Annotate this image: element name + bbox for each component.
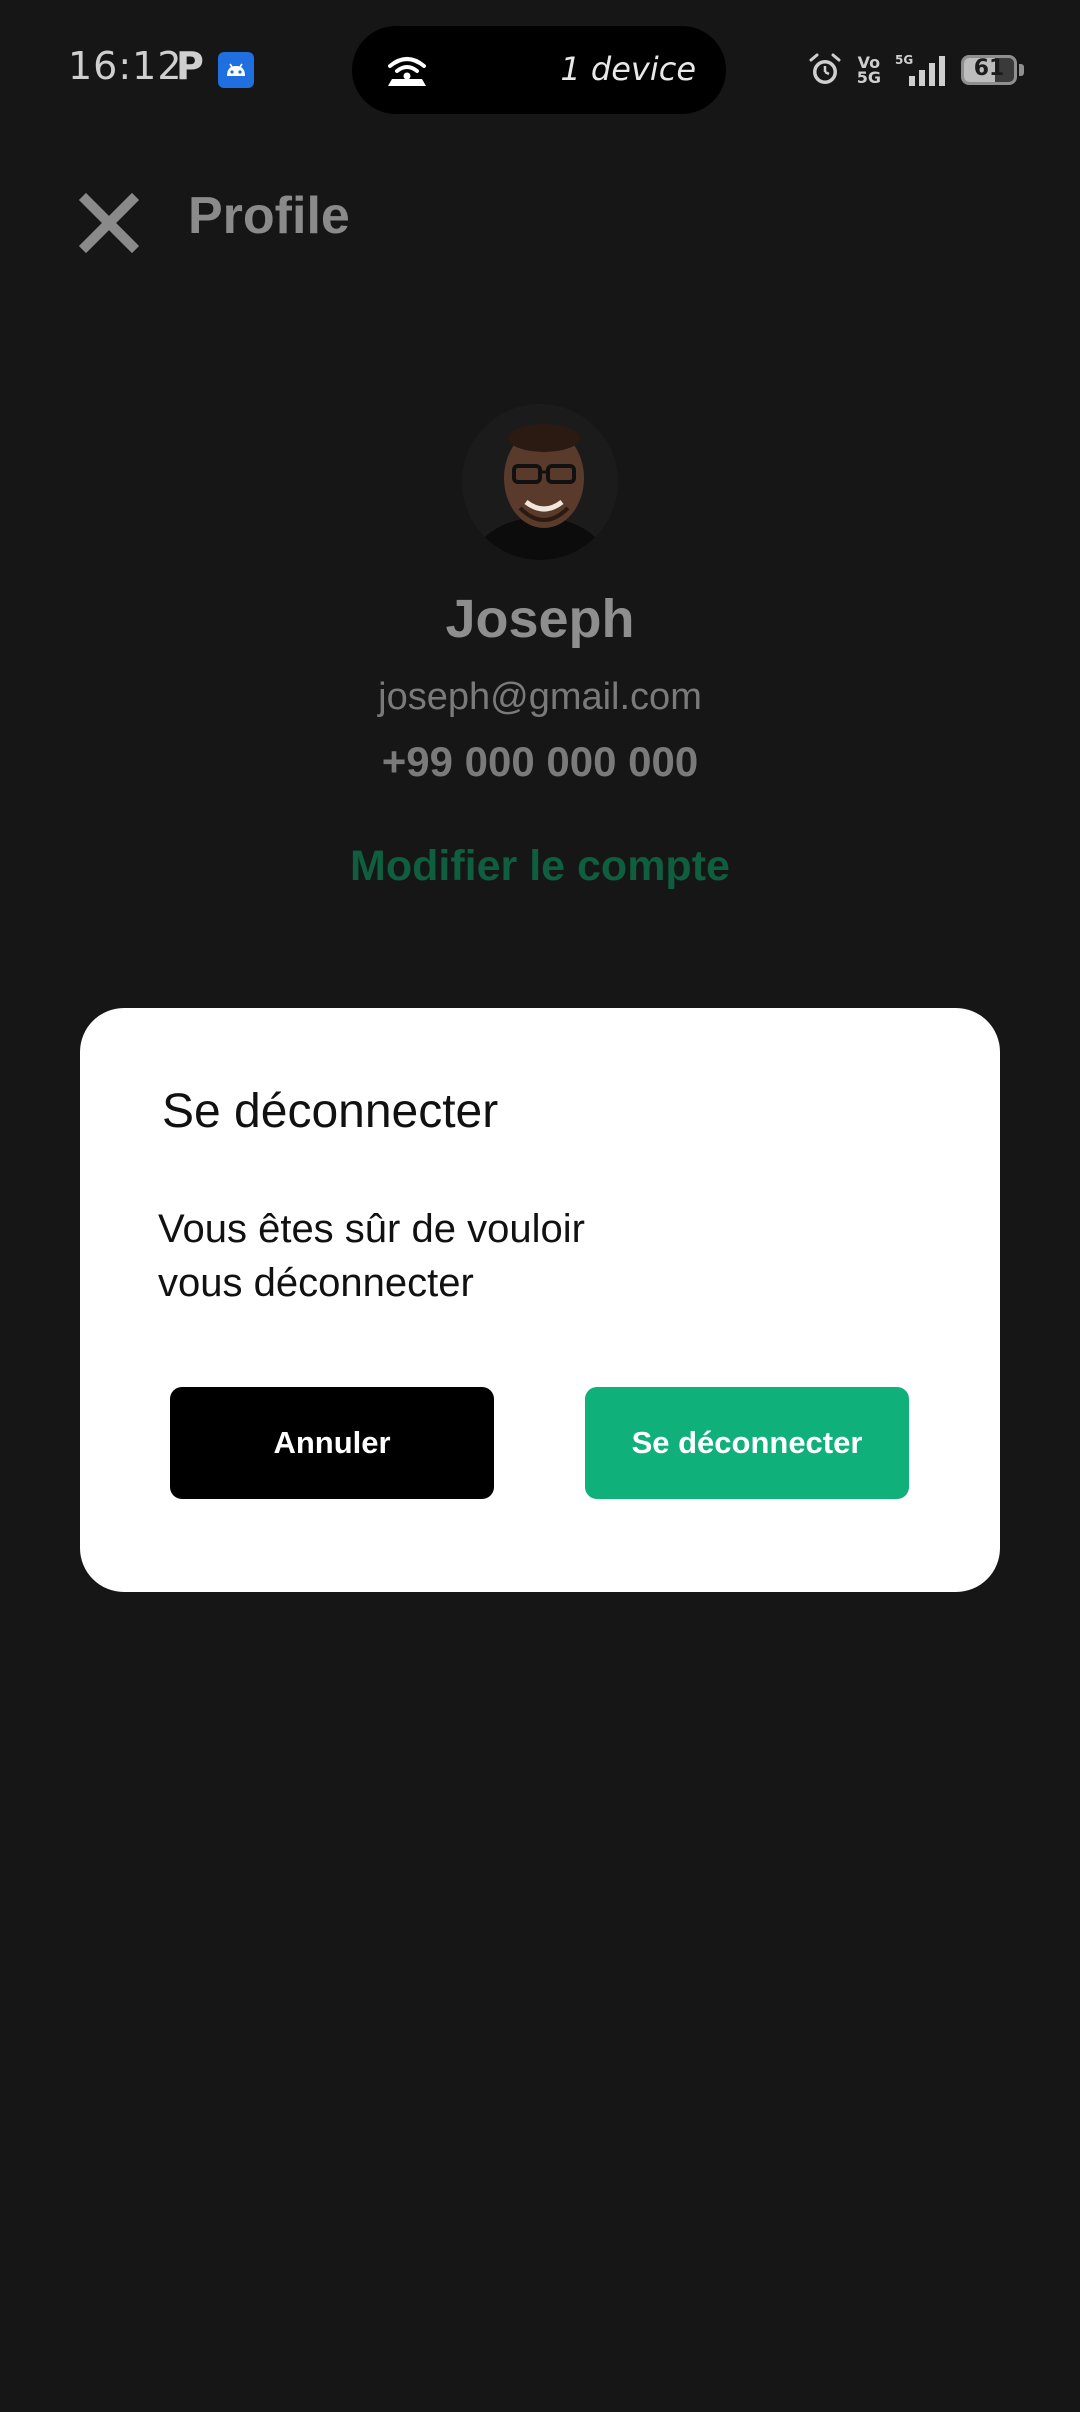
hotspot-pill[interactable]: 1 device	[352, 26, 726, 114]
logout-button-label: Se déconnecter	[631, 1425, 863, 1460]
cancel-button-label: Annuler	[273, 1425, 391, 1460]
signal-icon: 5G	[895, 53, 945, 86]
status-time: 16:12	[68, 44, 183, 88]
status-icons: Vo 5G 5G 61	[807, 50, 1024, 90]
volte-label: Vo 5G	[856, 53, 881, 87]
avatar	[462, 404, 618, 560]
battery-icon: 61	[961, 55, 1017, 85]
close-button[interactable]	[78, 192, 140, 254]
alarm-icon	[809, 53, 841, 84]
battery-tip	[1019, 64, 1024, 76]
status-bar: 16:12 P 1 device Vo 5G 5G 61	[0, 0, 1080, 140]
close-icon	[78, 192, 140, 254]
parking-indicator: P	[176, 44, 204, 88]
svg-text:5G: 5G	[895, 53, 913, 67]
profile-email: joseph@gmail.com	[378, 676, 702, 718]
logout-dialog: Se déconnecter Vous êtes sûr de vouloir …	[80, 1008, 1000, 1592]
profile-screen: 16:12 P 1 device Vo 5G 5G 61 Profile Jos…	[0, 0, 1080, 2412]
page-title: Profile	[188, 187, 350, 245]
cancel-button[interactable]: Annuler	[170, 1387, 494, 1499]
android-icon	[218, 52, 254, 88]
dialog-title: Se déconnecter	[162, 1085, 499, 1138]
edit-account-link[interactable]: Modifier le compte	[0, 842, 1080, 891]
battery-level: 61	[973, 56, 1005, 81]
profile-phone: +99 000 000 000	[381, 738, 699, 785]
logout-button[interactable]: Se déconnecter	[585, 1387, 909, 1499]
profile-name: Joseph	[445, 589, 635, 649]
hotspot-icon	[382, 50, 432, 90]
hotspot-device-count: 1 device	[560, 50, 696, 88]
dialog-message: Vous êtes sûr de vouloir vous déconnecte…	[158, 1207, 585, 1305]
